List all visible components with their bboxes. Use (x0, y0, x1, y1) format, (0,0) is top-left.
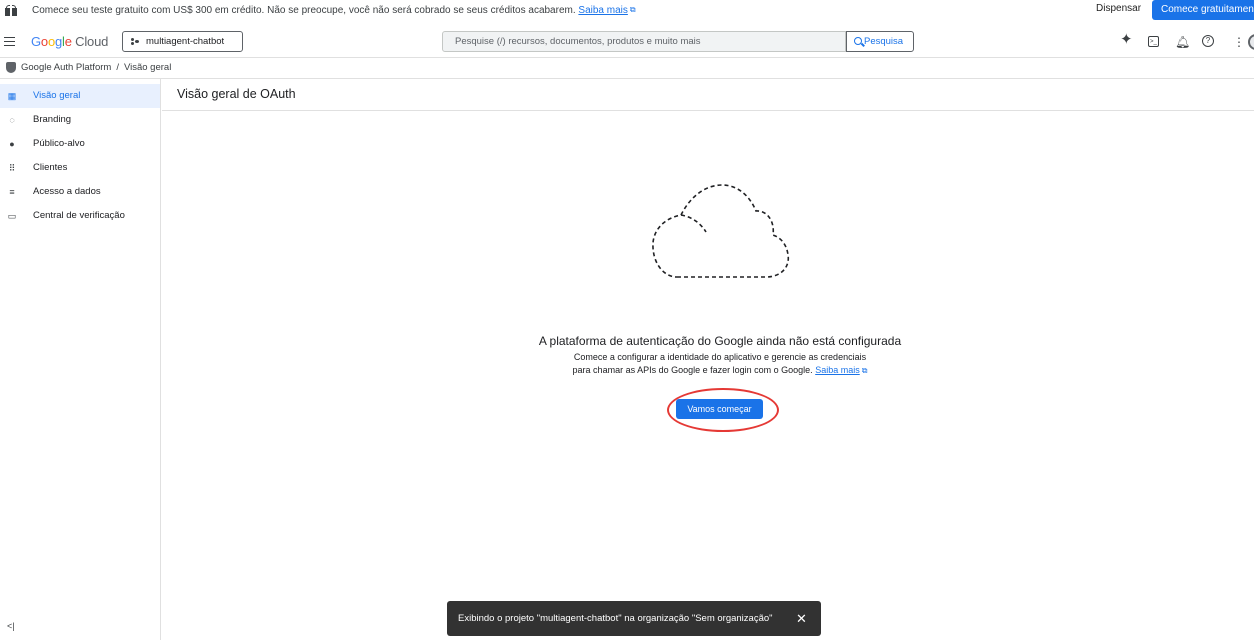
gemini-icon[interactable]: ✦ (1120, 32, 1133, 47)
empty-state-description: Comece a configurar a identidade do apli… (420, 351, 1020, 377)
account-icon: ● (9, 139, 15, 149)
promo-learn-more-link[interactable]: Saiba mais (578, 5, 627, 16)
notifications-icon[interactable]: 🔔︎ (1175, 35, 1190, 49)
search-icon (854, 37, 862, 45)
more-vert-icon[interactable]: ⋮ (1233, 35, 1245, 49)
search-input[interactable]: Pesquise (/) recursos, documentos, produ… (442, 31, 846, 52)
logo-google: G (31, 34, 41, 49)
breadcrumb: Google Auth Platform / Visão geral (6, 62, 171, 73)
gift-icon (5, 4, 17, 16)
avatar[interactable] (1248, 34, 1254, 50)
terminal-icon[interactable]: >_ (1148, 36, 1159, 47)
empty-state-title: A plataforma de autenticação do Google a… (538, 334, 902, 348)
sidebar-item-branding[interactable]: ◌ Branding (0, 108, 160, 132)
verification-icon: ▭ (7, 211, 17, 221)
menu-icon[interactable] (4, 37, 15, 46)
external-link-icon: ⧉ (861, 366, 868, 375)
dashboard-icon: ▦ (7, 91, 17, 101)
cloud-illustration (652, 184, 790, 278)
breadcrumb-separator: / (116, 62, 119, 73)
sidebar-item-audience[interactable]: ● Público-alvo (0, 132, 160, 156)
data-access-icon: ≡ (9, 187, 15, 197)
snackbar: Exibindo o projeto "multiagent-chatbot" … (447, 601, 821, 636)
promo-text: Comece seu teste gratuito com US$ 300 em… (32, 4, 576, 16)
external-link-icon: ⧉ (629, 5, 636, 14)
breadcrumb-root[interactable]: Google Auth Platform (21, 62, 111, 73)
google-cloud-logo[interactable]: Google Cloud (31, 34, 108, 49)
sidebar: ▦ Visão geral ◌ Branding ● Público-alvo … (0, 79, 161, 640)
start-free-button[interactable]: Comece gratuitamente (1152, 0, 1254, 20)
sidebar-item-label: Visão geral (33, 90, 81, 101)
empty-state-line-1: Comece a configurar a identidade do apli… (573, 352, 867, 362)
highlight-circle (667, 388, 779, 432)
divider (162, 110, 1254, 111)
breadcrumb-current: Visão geral (123, 62, 172, 73)
sidebar-item-label: Público-alvo (33, 138, 85, 149)
collapse-sidebar-icon[interactable]: <| (7, 621, 15, 631)
help-icon[interactable]: ? (1202, 35, 1214, 47)
sidebar-item-label: Branding (33, 114, 72, 125)
search-button-label: Pesquisa (864, 36, 904, 47)
dismiss-button[interactable]: Dispensar (1096, 3, 1141, 14)
empty-state-line-2-wrap: para chamar as APIs do Google e fazer lo… (420, 364, 1020, 377)
project-name: multiagent-chatbot (146, 36, 225, 47)
sidebar-item-label: Clientes (33, 162, 68, 173)
close-icon[interactable]: ✕ (796, 601, 807, 636)
snackbar-message: Exibindo o projeto "multiagent-chatbot" … (458, 613, 773, 624)
shield-icon (6, 62, 16, 73)
grid-icon: ⠿ (8, 163, 16, 173)
learn-more-link[interactable]: Saiba mais (815, 365, 860, 375)
project-picker[interactable]: multiagent-chatbot (122, 31, 243, 52)
sidebar-item-verification[interactable]: ▭ Central de verificação (0, 204, 160, 228)
project-icon (131, 38, 139, 45)
search-button[interactable]: Pesquisa (846, 31, 914, 52)
promo-banner: Comece seu teste gratuito com US$ 300 em… (0, 0, 1254, 20)
top-header: Google Cloud multiagent-chatbot Pesquise… (0, 26, 1254, 58)
sidebar-item-label: Central de verificação (33, 210, 125, 221)
page-title: Visão geral de OAuth (177, 87, 296, 101)
sidebar-item-data-access[interactable]: ≡ Acesso a dados (0, 180, 160, 204)
divider (0, 78, 1254, 79)
palette-icon: ◌ (9, 115, 15, 125)
sidebar-item-clients[interactable]: ⠿ Clientes (0, 156, 160, 180)
sidebar-item-overview[interactable]: ▦ Visão geral (0, 84, 160, 108)
empty-state-line-2: para chamar as APIs do Google e fazer lo… (572, 365, 813, 375)
logo-cloud: Cloud (75, 34, 109, 49)
sidebar-item-label: Acesso a dados (33, 186, 101, 197)
